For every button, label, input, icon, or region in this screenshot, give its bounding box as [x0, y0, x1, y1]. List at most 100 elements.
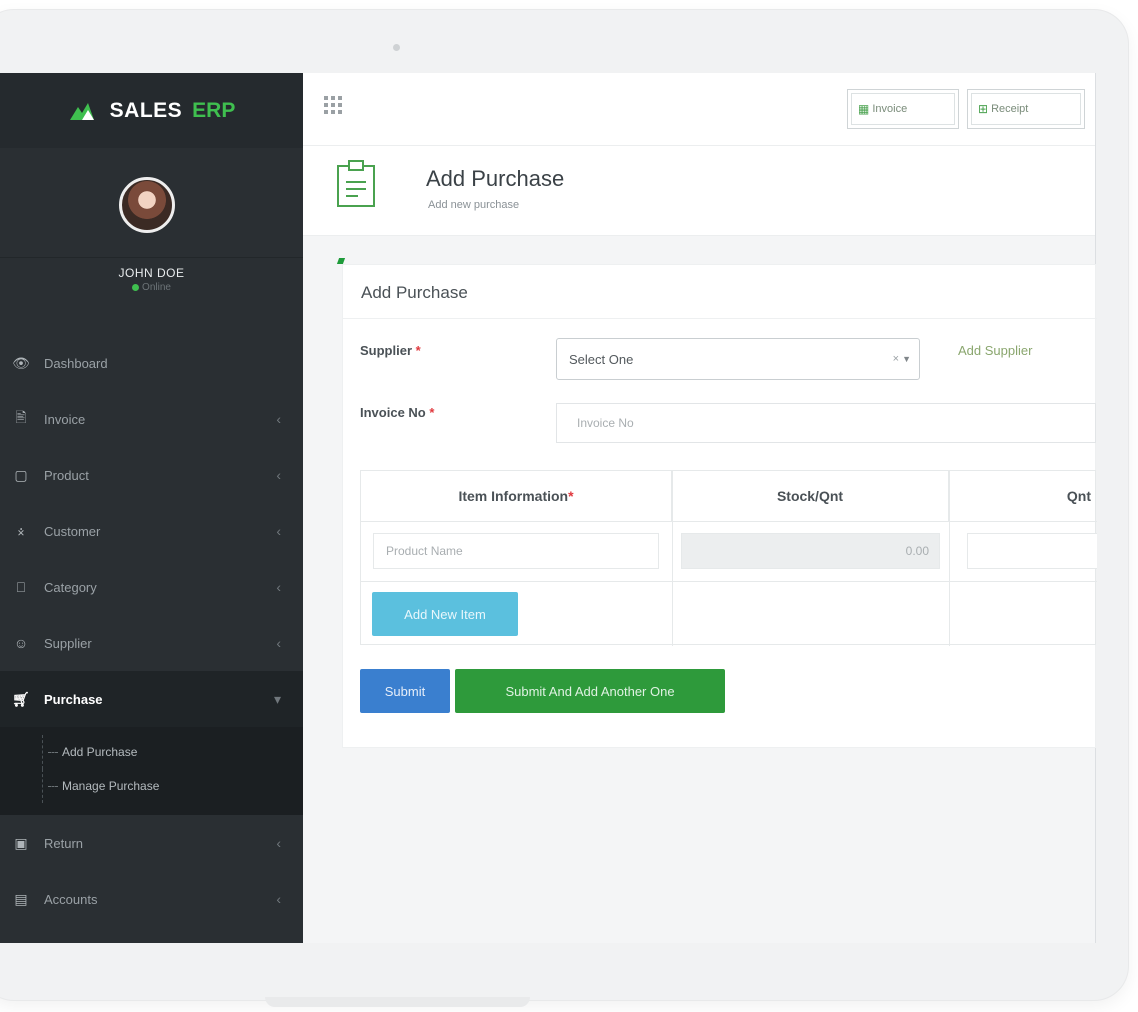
device-foot [265, 997, 530, 1007]
required-marker: * [568, 488, 574, 504]
sidebar-item-label: Dashboard [44, 355, 108, 371]
required-marker: * [415, 343, 421, 358]
table-row-divider [361, 521, 1097, 522]
user-name: JOHN DOE [118, 266, 185, 280]
submenu-item-manage-purchase[interactable]: Manage Purchase [0, 769, 303, 803]
header-text: Stock/Qnt [776, 488, 844, 504]
panel-title: Add Purchase [361, 283, 468, 302]
sidebar-item-label: Accounts [44, 891, 98, 907]
table-row-divider [361, 581, 1097, 582]
brand-name: SALES [109, 98, 183, 122]
chevron-left-icon: ‹ [276, 835, 281, 851]
panel-divider [343, 318, 1097, 319]
header-text: Item Information [458, 488, 569, 504]
tree-branch [48, 785, 58, 787]
supplier-label-text: Supplier [360, 343, 413, 358]
sidebar-item-category[interactable]: ⎕ Category ‹ [0, 559, 303, 615]
handshake-icon: ⨰ [16, 522, 26, 539]
sidebar-item-invoice[interactable]: 🖹︎ Invoice ‹ [0, 391, 303, 447]
bag-icon: ▢ [14, 466, 28, 483]
supplier-select-value: Select One [569, 351, 634, 367]
column-header-stock-qnt: Stock/Qnt [672, 471, 949, 521]
submenu-label: Add Purchase [62, 745, 138, 759]
clipboard-icon [337, 160, 375, 207]
cart-icon: 🛒︎ [12, 690, 30, 707]
product-name-placeholder: Product Name [386, 544, 463, 558]
add-supplier-link[interactable]: Add Supplier [958, 343, 1032, 358]
sidebar-item-supplier[interactable]: ☺ Supplier ‹ [0, 615, 303, 671]
sidebar-item-accounts[interactable]: ▤ Accounts ‹ [0, 871, 303, 927]
submenu-label: Manage Purchase [62, 779, 160, 793]
tree-branch [48, 751, 58, 753]
users-icon: ☺ [13, 635, 29, 651]
sidebar-item-purchase[interactable]: 🛒︎ Purchase ▾ [0, 671, 303, 727]
stock-qnt-value: 0.00 [905, 544, 929, 558]
chevron-left-icon: ‹ [276, 635, 281, 651]
sidebar-item-customer[interactable]: ⨰ Customer ‹ [0, 503, 303, 559]
column-header-item-information: Item Information * [361, 471, 672, 521]
chevron-left-icon: ‹ [276, 411, 281, 427]
chart-logo-icon [69, 102, 94, 120]
invoice-no-label: Invoice No * [360, 405, 434, 420]
invoice-no-input[interactable]: Invoice No [556, 403, 1096, 443]
column-divider [949, 471, 950, 646]
return-icon: ▣ [14, 834, 28, 851]
top-bar: ▦ Invoice ⊞ Receipt [303, 73, 1095, 146]
sidebar-menu: 👁︎ Dashboard 🖹︎ Invoice ‹ ▢ Product ‹ ⨰ … [0, 335, 303, 927]
sidebar-item-label: Purchase [44, 691, 103, 707]
column-header-qnt: Qnt [949, 471, 1097, 521]
sidebar-item-return[interactable]: ▣ Return ‹ [0, 815, 303, 871]
clear-icon[interactable]: × [893, 353, 899, 365]
invoice-icon: ▦ [858, 102, 870, 116]
brand-suffix: ERP [192, 98, 236, 122]
supplier-select[interactable]: Select One × ▼ [556, 338, 920, 380]
qnt-input[interactable] [967, 533, 1097, 569]
page-header: Add Purchase Add new purchase [303, 146, 1095, 236]
header-text: Qnt [1066, 488, 1091, 504]
required-marker: * [429, 405, 435, 420]
user-status: Online [0, 282, 303, 293]
product-name-input[interactable]: Product Name [373, 533, 659, 569]
receipt-icon: ⊞ [978, 102, 989, 116]
column-divider [672, 471, 673, 646]
invoice-button[interactable]: ▦ Invoice [847, 89, 959, 129]
invoice-no-placeholder: Invoice No [577, 416, 634, 430]
sidebar-item-dashboard[interactable]: 👁︎ Dashboard [0, 335, 303, 391]
invoice-button-label: Invoice [872, 103, 908, 115]
chevron-down-icon: ▾ [273, 690, 281, 707]
user-status-text: Online [142, 282, 171, 293]
supplier-label: Supplier * [360, 343, 421, 358]
accounts-icon: ▤ [14, 890, 28, 907]
sidebar-item-label: Return [44, 835, 84, 851]
avatar[interactable] [119, 177, 175, 233]
sidebar-item-label: Invoice [44, 411, 86, 427]
page-subtitle: Add new purchase [428, 199, 520, 211]
caret-down-icon[interactable]: ▼ [902, 354, 911, 364]
receipt-button[interactable]: ⊞ Receipt [967, 89, 1085, 129]
online-dot-icon [132, 283, 140, 291]
chevron-left-icon: ‹ [276, 467, 281, 483]
invoice-no-label-text: Invoice No [360, 405, 426, 420]
sidebar-item-label: Supplier [44, 635, 92, 651]
user-panel: JOHN DOE Online [0, 148, 303, 293]
sidebar-item-label: Product [44, 467, 89, 483]
submit-and-add-another-button[interactable]: Submit And Add Another One [455, 669, 725, 713]
chevron-left-icon: ‹ [276, 523, 281, 539]
submenu-item-add-purchase[interactable]: Add Purchase [0, 735, 303, 769]
page-title: Add Purchase [426, 166, 565, 191]
chevron-left-icon: ‹ [276, 891, 281, 907]
receipt-button-label: Receipt [991, 103, 1029, 115]
submit-button[interactable]: Submit [360, 669, 450, 713]
sidebar: SALES ERP JOHN DOE Online 👁︎ Dashboard 🖹… [0, 73, 303, 943]
chevron-left-icon: ‹ [276, 579, 281, 595]
sidebar-item-product[interactable]: ▢ Product ‹ [0, 447, 303, 503]
eye-icon: 👁︎ [12, 354, 30, 371]
sidebar-item-label: Category [44, 579, 97, 595]
add-new-item-button[interactable]: Add New Item [372, 592, 518, 636]
brand-logo[interactable]: SALES ERP [0, 73, 303, 148]
camera-dot [393, 44, 400, 51]
invoice-icon: 🖹︎ [15, 409, 27, 425]
purchase-submenu: Add Purchase Manage Purchase [0, 727, 303, 815]
stock-qnt-field: 0.00 [681, 533, 940, 569]
grid-menu-icon[interactable] [323, 95, 343, 115]
